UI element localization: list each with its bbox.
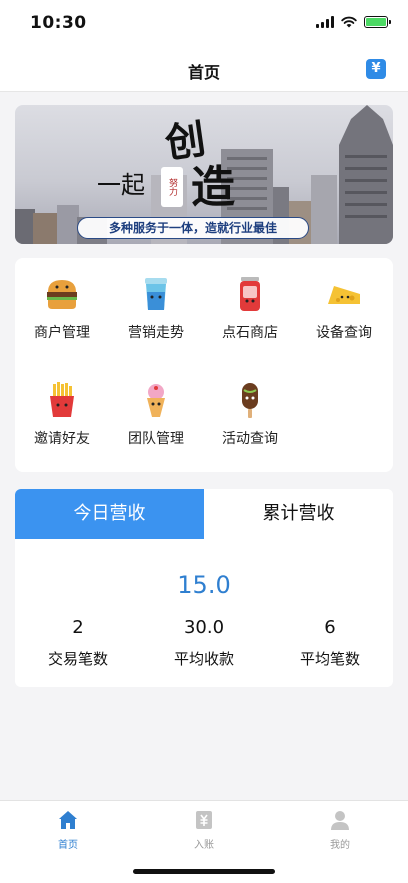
- menu-item-team-management[interactable]: 团队管理: [109, 380, 203, 448]
- battery-fill: [366, 18, 386, 26]
- fries-icon: [50, 382, 74, 417]
- cellular-signal-icon: [316, 16, 334, 28]
- status-icons: [316, 16, 391, 28]
- banner-text-yiqi: 一起: [97, 171, 145, 199]
- menu-item-merchant-management[interactable]: 商户管理: [15, 274, 109, 342]
- menu-label: 活动查询: [222, 431, 278, 447]
- popsicle-icon: [242, 383, 258, 418]
- stat-average-count: 6 平均笔数: [267, 617, 393, 669]
- banner-text-zao: 造: [191, 162, 235, 213]
- menu-label: 营销走势: [128, 325, 184, 341]
- banner-slogan: 多种服务于一体，造就行业最佳: [77, 217, 309, 239]
- burger-icon: [47, 280, 77, 309]
- receipt-icon: [196, 811, 212, 829]
- battery-icon: [364, 16, 391, 28]
- menu-label: 商户管理: [34, 325, 90, 341]
- menu-item-store[interactable]: 点石商店: [203, 274, 297, 342]
- nav-bar: 首页 ¥: [0, 46, 408, 92]
- stat-value: 30.0: [183, 617, 225, 638]
- menu-label: 设备查询: [316, 325, 372, 341]
- stat-label: 平均笔数: [299, 650, 360, 668]
- revenue-card: 今日营收 累计营收 15.0 2 交易笔数 30.0 平均收款 6 平均笔数: [15, 489, 393, 687]
- drink-cup-icon: [145, 278, 167, 310]
- ice-cream-icon: [147, 384, 165, 417]
- stat-average-payment: 30.0 平均收款: [141, 617, 267, 669]
- menu-item-activity-query[interactable]: 活动查询: [203, 380, 297, 448]
- tab-bar-profile[interactable]: 我的: [300, 809, 380, 851]
- tab-bar-label: 我的: [330, 840, 350, 851]
- wifi-icon: [341, 16, 357, 28]
- home-icon: [59, 811, 77, 829]
- menu-label: 团队管理: [128, 431, 184, 447]
- tab-bar-label: 首页: [58, 840, 78, 851]
- page-title: 首页: [187, 63, 220, 82]
- feature-menu: 商户管理 营销走势 点石商店 设备查询 邀请好友 团队管理 活动查询: [15, 258, 393, 472]
- menu-label: 点石商店: [222, 325, 278, 341]
- tab-bar-home[interactable]: 首页: [28, 809, 108, 851]
- tab-bar-label: 入账: [194, 840, 214, 851]
- menu-item-marketing-trend[interactable]: 营销走势: [109, 274, 203, 342]
- status-time: 10:30: [30, 13, 87, 33]
- stat-label: 交易笔数: [47, 650, 108, 668]
- menu-label: 邀请好友: [34, 431, 90, 447]
- user-icon: [331, 811, 349, 830]
- stat-value: 6: [324, 617, 336, 638]
- revenue-total: 15.0: [177, 571, 231, 599]
- status-bar: 10:30: [0, 0, 408, 46]
- stat-value: 2: [72, 617, 84, 638]
- promo-banner[interactable]: 一起 创 造 努力 多种服务于一体，造就行业最佳: [15, 105, 393, 244]
- tab-total-revenue[interactable]: 累计营收: [204, 489, 393, 539]
- stat-label: 平均收款: [173, 650, 234, 668]
- menu-item-invite-friends[interactable]: 邀请好友: [15, 380, 109, 448]
- tab-bar-receipt[interactable]: 入账: [164, 809, 244, 851]
- home-indicator: [133, 869, 275, 874]
- yuan-icon[interactable]: ¥: [366, 59, 386, 79]
- stat-transaction-count: 2 交易笔数: [15, 617, 141, 669]
- banner-seal: 努力: [161, 167, 183, 207]
- tab-today-revenue[interactable]: 今日营收: [15, 489, 204, 539]
- soda-can-icon: [240, 277, 260, 311]
- menu-item-device-query[interactable]: 设备查询: [297, 274, 391, 342]
- cheese-icon: [328, 286, 360, 304]
- revenue-tabs: 今日营收 累计营收: [15, 489, 393, 539]
